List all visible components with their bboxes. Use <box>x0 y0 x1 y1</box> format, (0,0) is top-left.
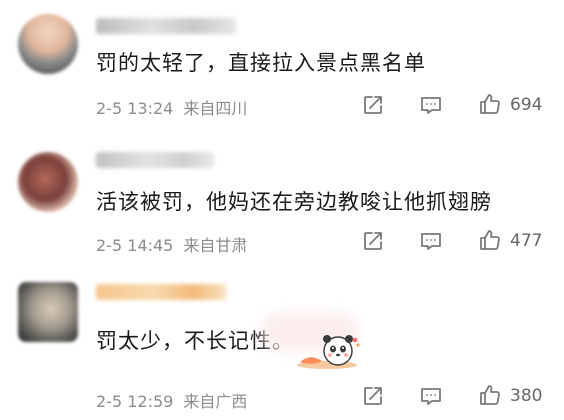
comment-date: 2-5 13:24 <box>96 99 174 118</box>
comment-location: 来自甘肃 <box>183 236 248 255</box>
comment-date: 2-5 12:59 <box>96 392 174 411</box>
comment-icon[interactable] <box>419 384 443 408</box>
avatar[interactable] <box>18 152 78 212</box>
like-count: 380 <box>510 386 543 406</box>
share-icon[interactable] <box>361 93 385 117</box>
comment-icon[interactable] <box>419 93 443 117</box>
thumbs-up-icon[interactable] <box>478 228 502 252</box>
share-icon[interactable] <box>361 229 385 253</box>
panda-sticker-icon <box>292 331 362 371</box>
username-blurred[interactable] <box>96 18 236 34</box>
comment-icon[interactable] <box>419 229 443 253</box>
thumbs-up-icon[interactable] <box>478 383 502 407</box>
comment-item: 罚的太轻了，直接拉入景点黑名单 2-5 13:24 来自四川 694 <box>0 0 564 140</box>
share-icon[interactable] <box>361 384 385 408</box>
username-blurred[interactable] <box>96 284 226 300</box>
thumbs-up-icon[interactable] <box>478 92 502 116</box>
comment-meta: 2-5 12:59 来自广西 <box>96 388 247 412</box>
comment-meta: 2-5 13:24 来自四川 <box>96 95 247 119</box>
comment-item: 活该被罚，他妈还在旁边教唆让他抓翅膀 2-5 14:45 来自甘肃 477 <box>0 140 564 280</box>
like-count: 477 <box>510 231 543 251</box>
comment-text: 活该被罚，他妈还在旁边教唆让他抓翅膀 <box>96 190 492 214</box>
comment-location: 来自广西 <box>183 392 248 411</box>
avatar[interactable] <box>18 282 78 342</box>
comment-date: 2-5 14:45 <box>96 236 174 255</box>
like-count: 694 <box>510 95 543 115</box>
comment-location: 来自四川 <box>183 99 248 118</box>
avatar[interactable] <box>18 14 78 74</box>
comment-meta: 2-5 14:45 来自甘肃 <box>96 232 247 256</box>
comment-text: 罚的太轻了，直接拉入景点黑名单 <box>96 51 426 75</box>
username-blurred[interactable] <box>96 152 214 168</box>
